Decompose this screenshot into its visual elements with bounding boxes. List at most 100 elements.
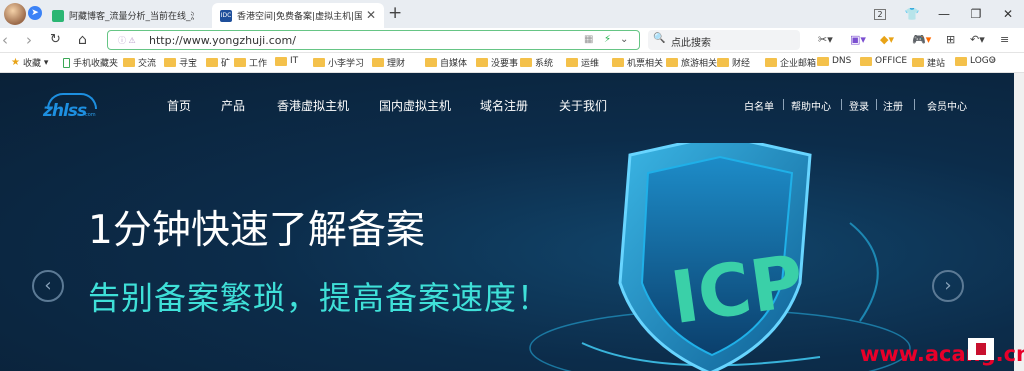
bookmark-folder[interactable]: 企业邮箱 <box>765 56 816 69</box>
logo-subtext: com <box>85 112 96 118</box>
bookmark-folder[interactable]: 小李学习 <box>313 56 364 69</box>
nav-register[interactable]: 注册 <box>883 98 903 113</box>
bookmark-folder[interactable]: 旅游相关 <box>666 56 717 69</box>
bookmark-folder[interactable]: 运维 <box>566 56 599 69</box>
chevron-down-icon[interactable]: ⌄ <box>620 34 628 45</box>
carousel-next-button[interactable]: › <box>932 270 964 302</box>
nav-divider <box>876 99 877 110</box>
url-text[interactable]: http://www.yongzhuji.com/ <box>149 34 296 47</box>
browser-toolbar: ‹ › ↻ ⌂ ⓘ ⚠ http://www.yongzhuji.com/ ▦ … <box>0 28 1024 53</box>
folder-icon <box>372 58 384 67</box>
grid-icon[interactable]: ▦ <box>584 34 593 45</box>
site-security-icon[interactable]: ⓘ ⚠ <box>118 35 136 46</box>
folder-icon <box>860 56 872 66</box>
bookmarks-more-button[interactable]: » <box>990 56 996 66</box>
menu-icon[interactable]: ≡ <box>1000 33 1009 47</box>
bookmark-folder[interactable]: 理财 <box>372 56 405 69</box>
profile-avatar[interactable] <box>4 3 26 25</box>
site-logo[interactable]: zhlss com <box>43 93 99 121</box>
bookmark-folder[interactable]: 财经 <box>717 56 750 69</box>
folder-icon <box>612 58 624 67</box>
website-viewport: zhlss com 首页 产品 香港虚拟主机 国内虚拟主机 域名注册 关于我们 … <box>0 73 1014 371</box>
navigation-arrow-icon[interactable]: ➤ <box>28 6 42 20</box>
forward-button[interactable]: › <box>26 32 32 48</box>
tab-title: 阿藏博客_流量分析_当前在线_浏 <box>69 12 194 22</box>
apps-grid-icon[interactable]: ⊞ <box>946 33 955 47</box>
address-bar[interactable]: ⓘ ⚠ http://www.yongzhuji.com/ ▦ ⚡ ⌄ <box>107 30 640 50</box>
nav-products[interactable]: 产品 <box>221 97 245 114</box>
game-controller-icon[interactable]: 🎮▾ <box>912 33 931 47</box>
folder-icon <box>425 58 437 67</box>
nav-home[interactable]: 首页 <box>167 97 191 114</box>
watermark-text: www.acang.cn <box>860 342 1024 366</box>
close-window-button[interactable]: ✕ <box>992 7 1024 21</box>
nav-divider <box>841 99 842 110</box>
translate-icon[interactable]: ▣▾ <box>850 33 866 47</box>
scissors-icon[interactable]: ✂▾ <box>818 33 833 47</box>
bookmark-label: IT <box>290 56 299 66</box>
search-box[interactable]: 🔍 点此搜索 <box>648 30 800 50</box>
folder-icon <box>955 56 967 66</box>
bookmark-label: 系统 <box>535 59 554 69</box>
folder-icon <box>817 56 829 66</box>
new-tab-button[interactable]: + <box>388 3 402 23</box>
bookmark-folder[interactable]: 没要事 <box>476 56 518 69</box>
restore-button[interactable]: ❐ <box>960 7 992 21</box>
nav-login[interactable]: 登录 <box>849 98 869 113</box>
bookmark-label: 矿 <box>221 59 231 69</box>
bookmark-folder[interactable]: 交流 <box>123 56 156 69</box>
nav-whitelist[interactable]: 白名单 <box>744 98 774 113</box>
bookmark-label: DNS <box>832 56 852 66</box>
nav-hk-hosting[interactable]: 香港虚拟主机 <box>277 97 349 114</box>
undo-icon[interactable]: ↶▾ <box>970 33 985 47</box>
minimize-button[interactable]: — <box>928 7 960 21</box>
bookmark-folder[interactable]: 建站 <box>912 56 945 69</box>
bookmark-folder[interactable]: OFFICE <box>860 56 907 66</box>
nav-help[interactable]: 帮助中心 <box>791 98 831 113</box>
page-scrollbar[interactable] <box>1014 73 1024 371</box>
bookmark-label: 财经 <box>732 59 751 69</box>
bookmark-folder[interactable]: 矿 <box>206 56 230 69</box>
tab-title: 香港空间|免费备案|虚拟主机|国 <box>237 12 362 22</box>
nav-about[interactable]: 关于我们 <box>559 97 607 114</box>
bookmark-label: 工作 <box>249 59 268 69</box>
lightning-icon[interactable]: ⚡ <box>604 34 611 45</box>
tab-yongzhuji[interactable]: IDC 香港空间|免费备案|虚拟主机|国 ✕ <box>212 3 384 28</box>
back-button[interactable]: ‹ <box>2 32 8 48</box>
bookmark-folder[interactable]: DNS <box>817 56 851 66</box>
nav-domain[interactable]: 域名注册 <box>480 97 528 114</box>
folder-icon <box>912 58 924 67</box>
tab-acang-blog[interactable]: 阿藏博客_流量分析_当前在线_浏 <box>44 3 210 28</box>
shirt-skin-icon[interactable]: 👕 <box>896 7 928 21</box>
nav-member-center[interactable]: 会员中心 <box>927 98 967 113</box>
extension-shield-icon[interactable]: ◆▾ <box>880 33 894 47</box>
bookmark-label: 自媒体 <box>440 59 468 69</box>
nav-cn-hosting[interactable]: 国内虚拟主机 <box>379 97 451 114</box>
favicon-icon <box>52 9 64 22</box>
bookmark-mobile[interactable]: 手机收藏夹 <box>63 56 118 69</box>
bookmark-label: 交流 <box>138 59 157 69</box>
folder-icon <box>206 58 218 67</box>
bookmark-favorites[interactable]: ★ 收藏 ▾ <box>11 56 48 69</box>
carousel-prev-button[interactable]: ‹ <box>32 270 64 302</box>
bookmark-folder[interactable]: 系统 <box>520 56 553 69</box>
bookmark-folder[interactable]: IT <box>275 56 298 66</box>
bookmark-folder[interactable]: 自媒体 <box>425 56 467 69</box>
folder-icon <box>666 58 678 67</box>
bookmark-folder[interactable]: 工作 <box>234 56 267 69</box>
folder-icon <box>234 58 246 67</box>
folder-icon <box>164 58 176 67</box>
home-button[interactable]: ⌂ <box>78 32 87 48</box>
hero-subtitle: 告别备案繁琐，提高备案速度！ <box>88 279 551 317</box>
search-placeholder[interactable]: 点此搜索 <box>671 34 711 49</box>
close-tab-icon[interactable]: ✕ <box>366 8 376 22</box>
reload-button[interactable]: ↻ <box>50 32 61 48</box>
bookmark-folder[interactable]: 寻宝 <box>164 56 197 69</box>
bookmark-label: 小李学习 <box>328 59 365 69</box>
folder-icon <box>717 58 729 67</box>
folder-icon <box>476 58 488 67</box>
phone-icon <box>63 57 70 68</box>
bookmark-label: 旅游相关 <box>681 59 718 69</box>
bookmark-folder[interactable]: 机票相关 <box>612 56 663 69</box>
tab-count-button[interactable]: 2 <box>864 8 896 20</box>
